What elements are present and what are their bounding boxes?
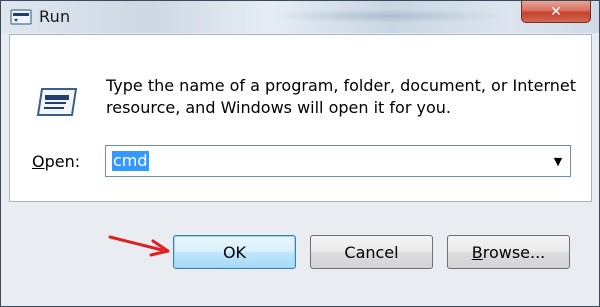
ok-button[interactable]: OK [173, 235, 296, 269]
window-title: Run [39, 7, 71, 26]
open-combobox[interactable]: cmd ▼ [105, 145, 571, 177]
open-input-value[interactable]: cmd [112, 151, 149, 171]
dialog-prompt: Type the name of a program, folder, docu… [106, 76, 577, 117]
run-dialog-window: Run ✕ Type the name of a program, folder… [0, 0, 600, 307]
close-button[interactable]: ✕ [521, 1, 591, 23]
open-label: Open: [32, 152, 80, 171]
open-label-accesskey: O [32, 152, 45, 171]
browse-accesskey: B [471, 242, 483, 262]
browse-button[interactable]: Browse... [447, 235, 570, 269]
dialog-body: Type the name of a program, folder, docu… [9, 34, 592, 202]
title-bar[interactable]: Run ✕ [1, 1, 599, 33]
run-icon [36, 88, 78, 116]
cancel-button[interactable]: Cancel [310, 235, 433, 269]
red-arrow-icon [108, 235, 170, 257]
browse-label: rowse... [482, 242, 546, 262]
chevron-down-icon[interactable]: ▼ [550, 146, 566, 176]
run-icon [10, 9, 32, 25]
open-label-text: pen: [44, 152, 81, 171]
